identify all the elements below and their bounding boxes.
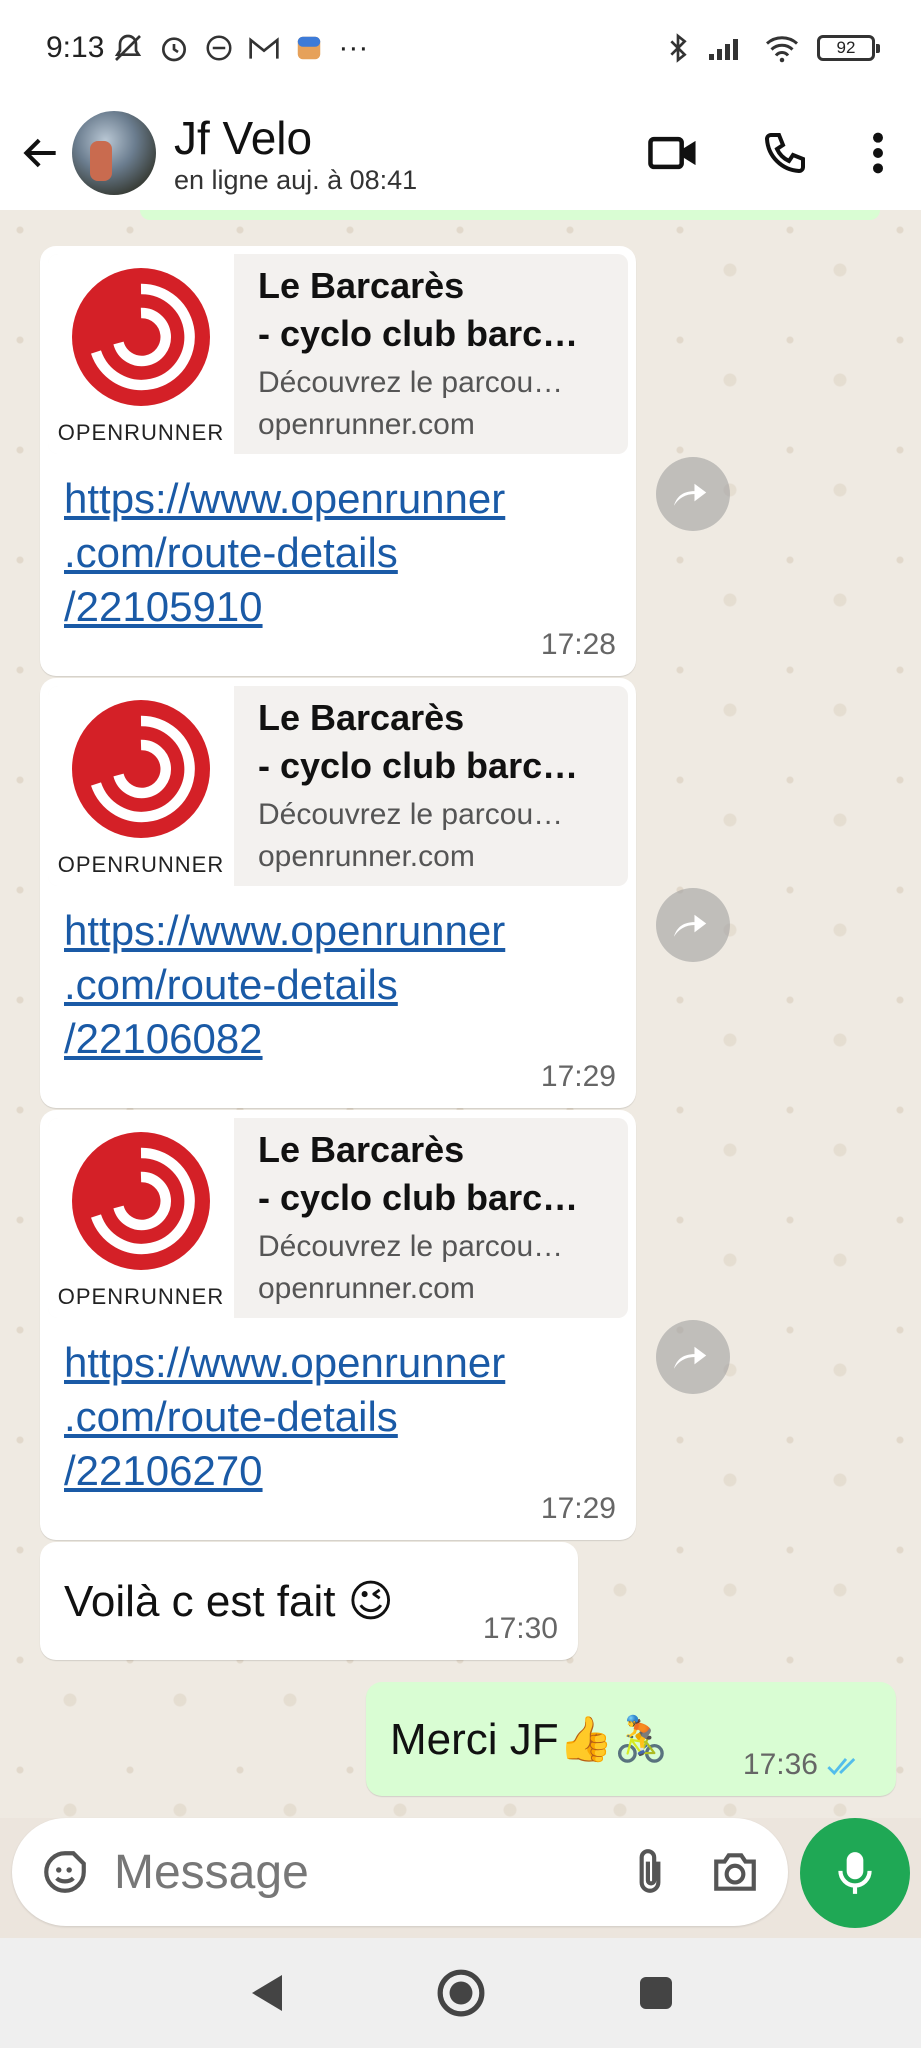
openrunner-logo: OPENRUNNER <box>48 1118 234 1318</box>
preview-title-line2: - cyclo club barc… <box>258 1177 579 1218</box>
message-time: 17:29 <box>540 1060 616 1093</box>
alarm-icon <box>162 37 187 62</box>
voice-message-button[interactable] <box>800 1818 910 1928</box>
spiral-logo-icon <box>72 1132 210 1270</box>
message-time: 17:30 <box>482 1612 558 1645</box>
status-bar: 9:13 ··· 92 <box>0 0 921 96</box>
preview-description: Découvrez le parcou… <box>258 1230 564 1263</box>
forward-button[interactable] <box>656 1320 730 1394</box>
battery-icon: 92 <box>817 35 880 61</box>
contact-name: Jf Velo <box>174 111 313 164</box>
preview-title: Le Barcarès <box>258 697 465 738</box>
preview-title-line2: - cyclo club barc… <box>258 745 579 786</box>
bluetooth-icon <box>670 33 687 63</box>
openrunner-logo: OPENRUNNER <box>48 686 234 886</box>
chat-header: Jf Velo en ligne auj. à 08:41 <box>0 96 921 210</box>
preview-title-line2: - cyclo club barc… <box>258 313 579 354</box>
status-time: 9:13 <box>46 31 105 64</box>
nav-home-icon[interactable] <box>436 1968 486 2018</box>
chat-area[interactable]: OPENRUNNER Le Barcarès - cyclo club barc… <box>0 210 921 1818</box>
more-options-icon[interactable] <box>871 130 885 176</box>
video-call-icon[interactable] <box>647 131 699 175</box>
preview-description: Découvrez le parcou… <box>258 798 564 831</box>
system-nav-bar <box>0 1938 921 2048</box>
link-message[interactable]: OPENRUNNER Le Barcarès - cyclo club barc… <box>40 678 636 1108</box>
avatar[interactable] <box>72 111 156 195</box>
preview-domain: openrunner.com <box>258 1272 475 1305</box>
spiral-logo-icon <box>72 268 210 406</box>
signal-icon <box>709 39 738 60</box>
attach-icon[interactable] <box>630 1847 670 1897</box>
sticker-emoji-icon[interactable] <box>40 1847 90 1897</box>
double-check-read-icon <box>827 1757 856 1776</box>
app-icon <box>298 36 321 60</box>
message-link[interactable]: https://www.openrunner .com/route-detail… <box>64 904 584 1066</box>
contact-status: en ligne auj. à 08:41 <box>174 164 418 195</box>
spiral-logo-icon <box>72 700 210 838</box>
preview-title: Le Barcarès <box>258 1129 465 1170</box>
app-notification-icon <box>206 35 232 61</box>
forward-icon <box>673 483 707 506</box>
message-time: 17:29 <box>540 1492 616 1525</box>
more-notifications: ··· <box>338 31 369 64</box>
nav-back-icon[interactable] <box>246 1971 286 2015</box>
phone-icon[interactable] <box>761 129 809 177</box>
link-message[interactable]: OPENRUNNER Le Barcarès - cyclo club barc… <box>40 246 636 676</box>
message-link[interactable]: https://www.openrunner .com/route-detail… <box>64 472 584 634</box>
message-time: 17:36 <box>742 1748 818 1781</box>
message-link[interactable]: https://www.openrunner .com/route-detail… <box>64 1336 584 1498</box>
arrow-left-icon <box>23 138 56 168</box>
link-preview[interactable]: OPENRUNNER Le Barcarès - cyclo club barc… <box>48 254 628 454</box>
forward-button[interactable] <box>656 457 730 531</box>
wifi-icon <box>766 36 798 63</box>
camera-icon[interactable] <box>710 1850 760 1894</box>
contact-info[interactable]: Jf Velo en ligne auj. à 08:41 <box>174 111 417 196</box>
nav-recents-icon[interactable] <box>636 1973 676 2013</box>
openrunner-logo: OPENRUNNER <box>48 254 234 454</box>
link-preview[interactable]: OPENRUNNER Le Barcarès - cyclo club barc… <box>48 1118 628 1318</box>
forward-button[interactable] <box>656 888 730 962</box>
forward-icon <box>673 914 707 937</box>
microphone-icon <box>838 1852 872 1894</box>
preview-title: Le Barcarès <box>258 265 465 306</box>
message-input[interactable]: Message <box>114 1845 309 1900</box>
gmail-icon <box>249 37 280 59</box>
message-text: Voilà c est fait 😉 <box>64 1576 394 1626</box>
outgoing-text-message[interactable]: Merci JF👍🚴 17:36 <box>366 1682 896 1796</box>
preview-domain: openrunner.com <box>258 408 475 441</box>
previous-message-edge <box>140 210 880 220</box>
preview-domain: openrunner.com <box>258 840 475 873</box>
link-preview[interactable]: OPENRUNNER Le Barcarès - cyclo club barc… <box>48 686 628 886</box>
mute-bell-icon <box>115 34 142 61</box>
message-composer[interactable]: Message <box>12 1818 788 1926</box>
message-text: Merci JF👍🚴 <box>390 1715 669 1764</box>
forward-icon <box>673 1346 707 1369</box>
back-button[interactable] <box>16 128 66 178</box>
incoming-text-message[interactable]: Voilà c est fait 😉 17:30 <box>40 1542 578 1660</box>
preview-description: Découvrez le parcou… <box>258 366 564 399</box>
link-message[interactable]: OPENRUNNER Le Barcarès - cyclo club barc… <box>40 1110 636 1540</box>
message-time: 17:28 <box>540 628 616 661</box>
